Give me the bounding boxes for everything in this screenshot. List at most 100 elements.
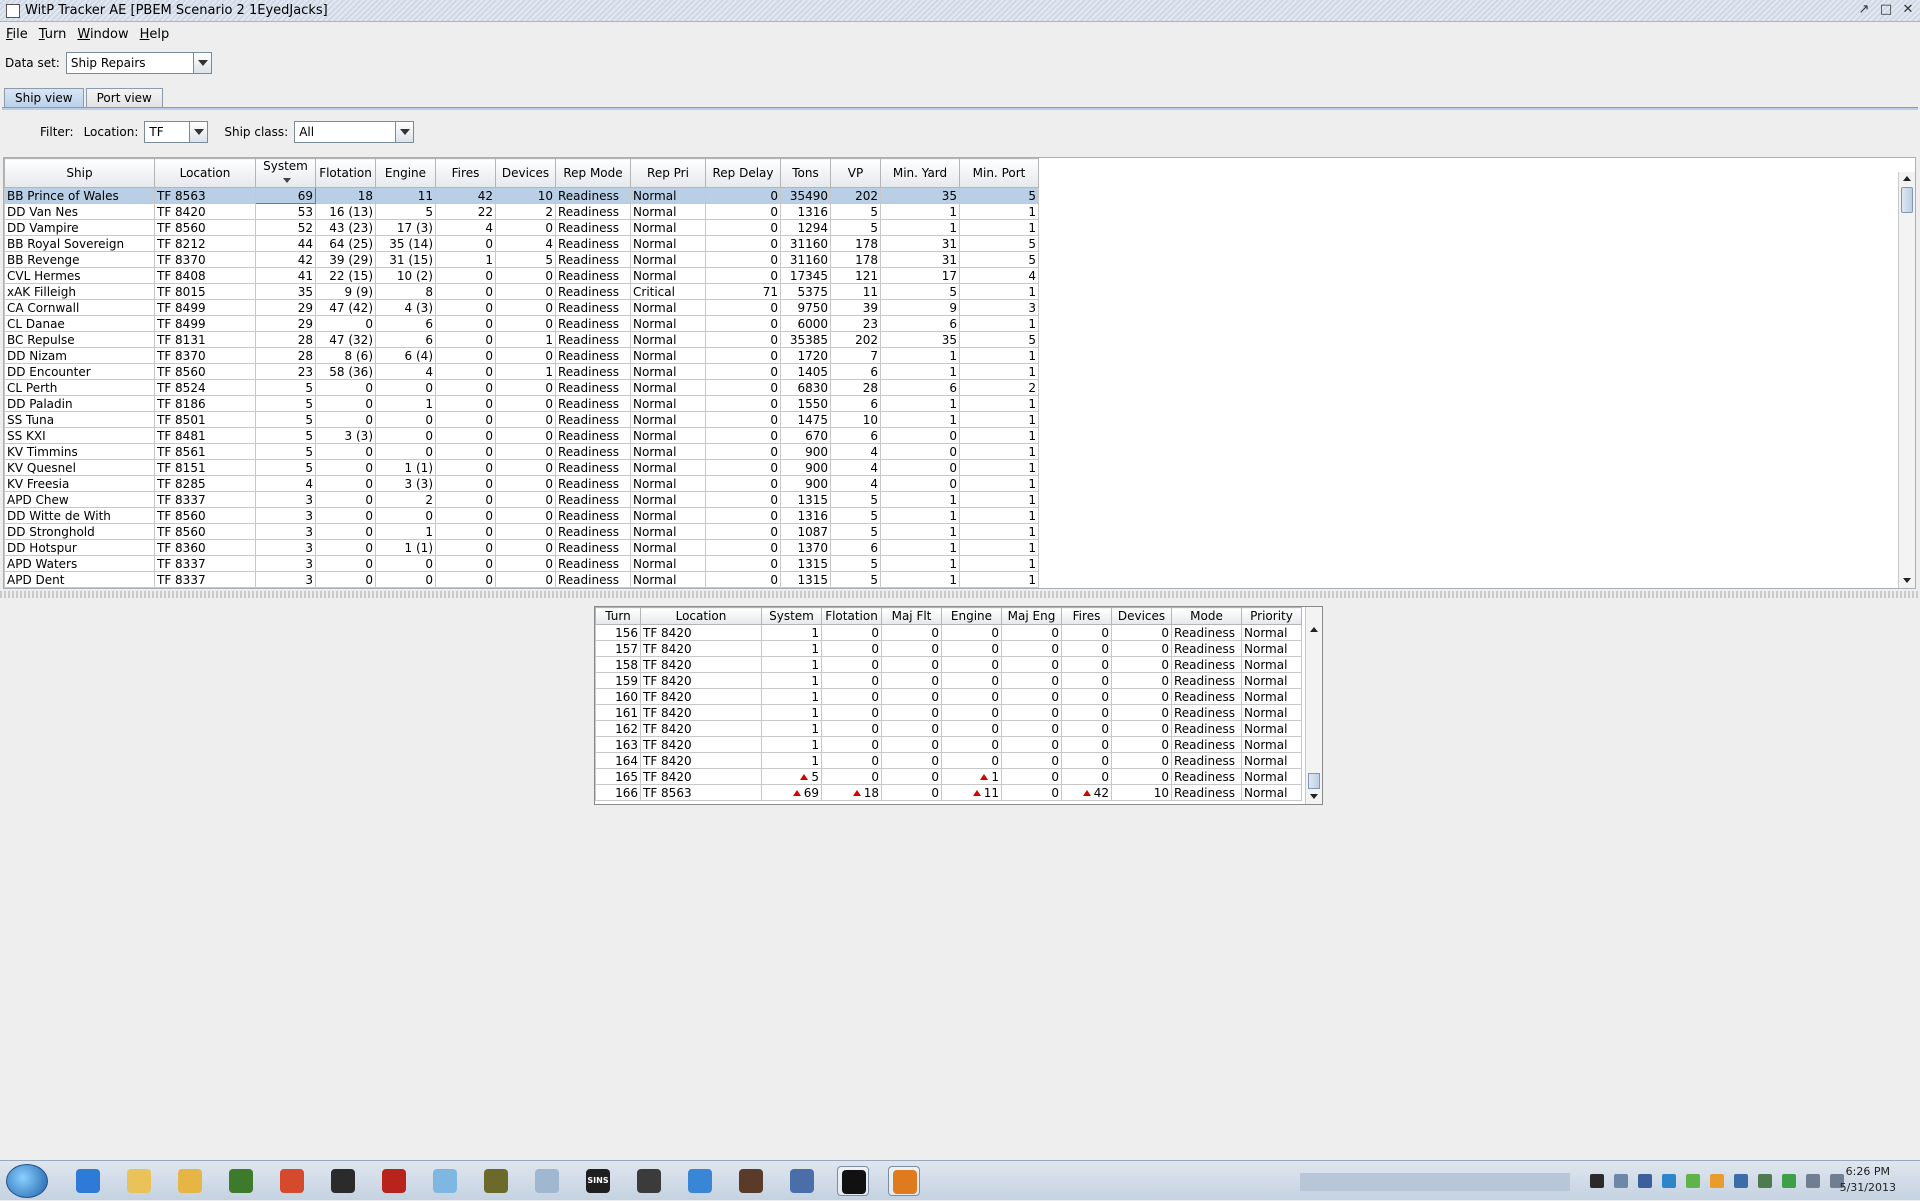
history-column-header-turn[interactable]: Turn	[595, 607, 641, 625]
scroll-thumb[interactable]	[1901, 187, 1913, 213]
menu-turn[interactable]: Turn	[33, 27, 72, 42]
dataset-select[interactable]: Ship Repairs	[65, 52, 212, 74]
green-dot-icon[interactable]	[1686, 1174, 1700, 1188]
history-row[interactable]: 164 TF 8420 1 0 0 0 0 0 0 Readiness Normal	[595, 752, 1302, 769]
map-icon[interactable]	[480, 1166, 512, 1196]
history-row[interactable]: 156 TF 8420 1 0 0 0 0 0 0 Readiness Normal	[595, 624, 1302, 641]
table-row[interactable]: CL Perth TF 8524 5 0 0 0 0 Readiness Normal 0 6830…	[4, 379, 1039, 396]
history-column-header-maj-eng[interactable]: Maj Eng	[1001, 607, 1062, 625]
itunes-icon[interactable]	[684, 1166, 716, 1196]
tray-app-icon[interactable]	[1758, 1174, 1772, 1188]
general-icon[interactable]	[633, 1166, 665, 1196]
column-header-engine[interactable]: Engine	[375, 158, 436, 188]
history-row[interactable]: 165 TF 8420 5 0 0 1 0 0 0 Readiness Normal	[595, 768, 1302, 785]
maximize-button[interactable]: □	[1878, 2, 1894, 18]
notepad-icon[interactable]	[429, 1166, 461, 1196]
history-column-header-maj-flt[interactable]: Maj Flt	[881, 607, 942, 625]
sins-icon[interactable]: SINS	[582, 1166, 614, 1196]
column-header-min-port[interactable]: Min. Port	[959, 158, 1039, 188]
history-scrollbar[interactable]	[1305, 607, 1322, 804]
column-header-vp[interactable]: VP	[830, 158, 881, 188]
menu-file[interactable]: File	[0, 27, 33, 42]
column-header-rep-pri[interactable]: Rep Pri	[630, 158, 706, 188]
menu-window[interactable]: Window	[71, 27, 133, 42]
table-row[interactable]: SS KXI TF 8481 5 3 (3) 0 0 0 Readiness Normal 0 67…	[4, 427, 1039, 444]
table-row[interactable]: DD Van Nes TF 8420 53 16 (13) 5 22 2 Readiness N…	[4, 203, 1039, 220]
orange-icon[interactable]	[1710, 1174, 1724, 1188]
console-icon[interactable]	[837, 1166, 869, 1196]
location-select[interactable]: TF	[144, 121, 209, 143]
column-header-ship[interactable]: Ship	[4, 158, 155, 188]
flag-icon[interactable]	[1806, 1174, 1820, 1188]
table-row[interactable]: BB Prince of Wales TF 8563 69 18 11 42 10 Readi…	[4, 187, 1039, 204]
column-header-location[interactable]: Location	[154, 158, 256, 188]
table-row[interactable]: APD Chew TF 8337 3 0 2 0 0 Readiness Normal 0 1315…	[4, 491, 1039, 508]
history-row[interactable]: 163 TF 8420 1 0 0 0 0 0 0 Readiness Normal	[595, 736, 1302, 753]
menu-help[interactable]: Help	[134, 27, 175, 42]
column-header-fires[interactable]: Fires	[435, 158, 496, 188]
split-pane-divider[interactable]	[0, 591, 1920, 598]
history-column-header-mode[interactable]: Mode	[1171, 607, 1242, 625]
shield-icon[interactable]	[735, 1166, 767, 1196]
table-row[interactable]: xAK Filleigh TF 8015 35 9 (9) 8 0 0 Readiness Cr…	[4, 283, 1039, 300]
sync-icon[interactable]	[1734, 1174, 1748, 1188]
table-row[interactable]: CVL Hermes TF 8408 41 22 (15) 10 (2) 0 0 Readin…	[4, 267, 1039, 284]
scroll-up-icon[interactable]	[1899, 172, 1915, 186]
minimize-button[interactable]: ↗	[1856, 2, 1872, 18]
network-icon[interactable]	[1614, 1174, 1628, 1188]
emblem-icon[interactable]	[378, 1166, 410, 1196]
history-column-header-engine[interactable]: Engine	[941, 607, 1002, 625]
column-header-system[interactable]: System	[255, 158, 316, 188]
table-row[interactable]: APD Waters TF 8337 3 0 0 0 0 Readiness Normal 0 13…	[4, 555, 1039, 572]
history-row[interactable]: 158 TF 8420 1 0 0 0 0 0 0 Readiness Normal	[595, 656, 1302, 673]
column-header-min-yard[interactable]: Min. Yard	[880, 158, 960, 188]
scroll-up-icon[interactable]	[1306, 623, 1322, 637]
table-row[interactable]: DD Nizam TF 8370 28 8 (6) 6 (4) 0 0 Readiness No…	[4, 347, 1039, 364]
java-icon[interactable]	[888, 1166, 920, 1196]
ie-icon[interactable]	[72, 1166, 104, 1196]
table-row[interactable]: KV Freesia TF 8285 4 0 3 (3) 0 0 Readiness Norma…	[4, 475, 1039, 492]
steam-icon[interactable]	[1590, 1174, 1604, 1188]
history-row[interactable]: 160 TF 8420 1 0 0 0 0 0 0 Readiness Normal	[595, 688, 1302, 705]
history-row[interactable]: 159 TF 8420 1 0 0 0 0 0 0 Readiness Normal	[595, 672, 1302, 689]
chevron-down-icon[interactable]	[189, 122, 208, 142]
notes-icon[interactable]	[174, 1166, 206, 1196]
history-column-header-flotation[interactable]: Flotation	[821, 607, 882, 625]
chevron-down-icon[interactable]	[395, 122, 414, 142]
table-row[interactable]: DD Paladin TF 8186 5 0 1 0 0 Readiness Normal 0 15…	[4, 395, 1039, 412]
history-row[interactable]: 161 TF 8420 1 0 0 0 0 0 0 Readiness Normal	[595, 704, 1302, 721]
start-button[interactable]	[6, 1164, 48, 1198]
table-row[interactable]: BB Revenge TF 8370 42 39 (29) 31 (15) 1 5 Readi…	[4, 251, 1039, 268]
scroll-thumb[interactable]	[1308, 773, 1320, 789]
column-header-rep-mode[interactable]: Rep Mode	[555, 158, 631, 188]
history-column-header-fires[interactable]: Fires	[1061, 607, 1112, 625]
ships-table-scrollbar[interactable]	[1898, 172, 1915, 588]
table-row[interactable]: KV Timmins TF 8561 5 0 0 0 0 Readiness Normal 0 90…	[4, 443, 1039, 460]
history-row[interactable]: 162 TF 8420 1 0 0 0 0 0 0 Readiness Normal	[595, 720, 1302, 737]
table-row[interactable]: KV Quesnel TF 8151 5 0 1 (1) 0 0 Readiness Norma…	[4, 459, 1039, 476]
scroll-down-icon[interactable]	[1306, 790, 1322, 804]
clock[interactable]: 6:26 PM 5/31/2013	[1840, 1164, 1896, 1196]
column-header-rep-delay[interactable]: Rep Delay	[705, 158, 781, 188]
phone-icon[interactable]	[1662, 1174, 1676, 1188]
close-button[interactable]: ✕	[1900, 2, 1916, 18]
column-header-devices[interactable]: Devices	[495, 158, 556, 188]
table-row[interactable]: SS Tuna TF 8501 5 0 0 0 0 Readiness Normal 0 1475 1…	[4, 411, 1039, 428]
table-row[interactable]: DD Encounter TF 8560 23 58 (36) 4 0 1 Readiness…	[4, 363, 1039, 380]
history-column-header-location[interactable]: Location	[640, 607, 762, 625]
column-header-flotation[interactable]: Flotation	[315, 158, 376, 188]
checkmark-icon[interactable]	[1782, 1174, 1796, 1188]
table-row[interactable]: DD Stronghold TF 8560 3 0 1 0 0 Readiness Normal…	[4, 523, 1039, 540]
history-column-header-priority[interactable]: Priority	[1241, 607, 1302, 625]
column-header-tons[interactable]: Tons	[780, 158, 831, 188]
paint-icon[interactable]	[531, 1166, 563, 1196]
history-row[interactable]: 157 TF 8420 1 0 0 0 0 0 0 Readiness Normal	[595, 640, 1302, 657]
table-row[interactable]: CL Danae TF 8499 29 0 6 0 0 Readiness Normal 0 600…	[4, 315, 1039, 332]
tab-ship-view[interactable]: Ship view	[4, 88, 84, 108]
shipclass-select[interactable]: All	[294, 121, 415, 143]
scroll-down-icon[interactable]	[1899, 574, 1915, 588]
display-icon[interactable]	[1638, 1174, 1652, 1188]
history-column-header-devices[interactable]: Devices	[1111, 607, 1172, 625]
table-row[interactable]: DD Witte de With TF 8560 3 0 0 0 0 Readiness Nor…	[4, 507, 1039, 524]
table-row[interactable]: APD Dent TF 8337 3 0 0 0 0 Readiness Normal 0 1315…	[4, 571, 1039, 588]
